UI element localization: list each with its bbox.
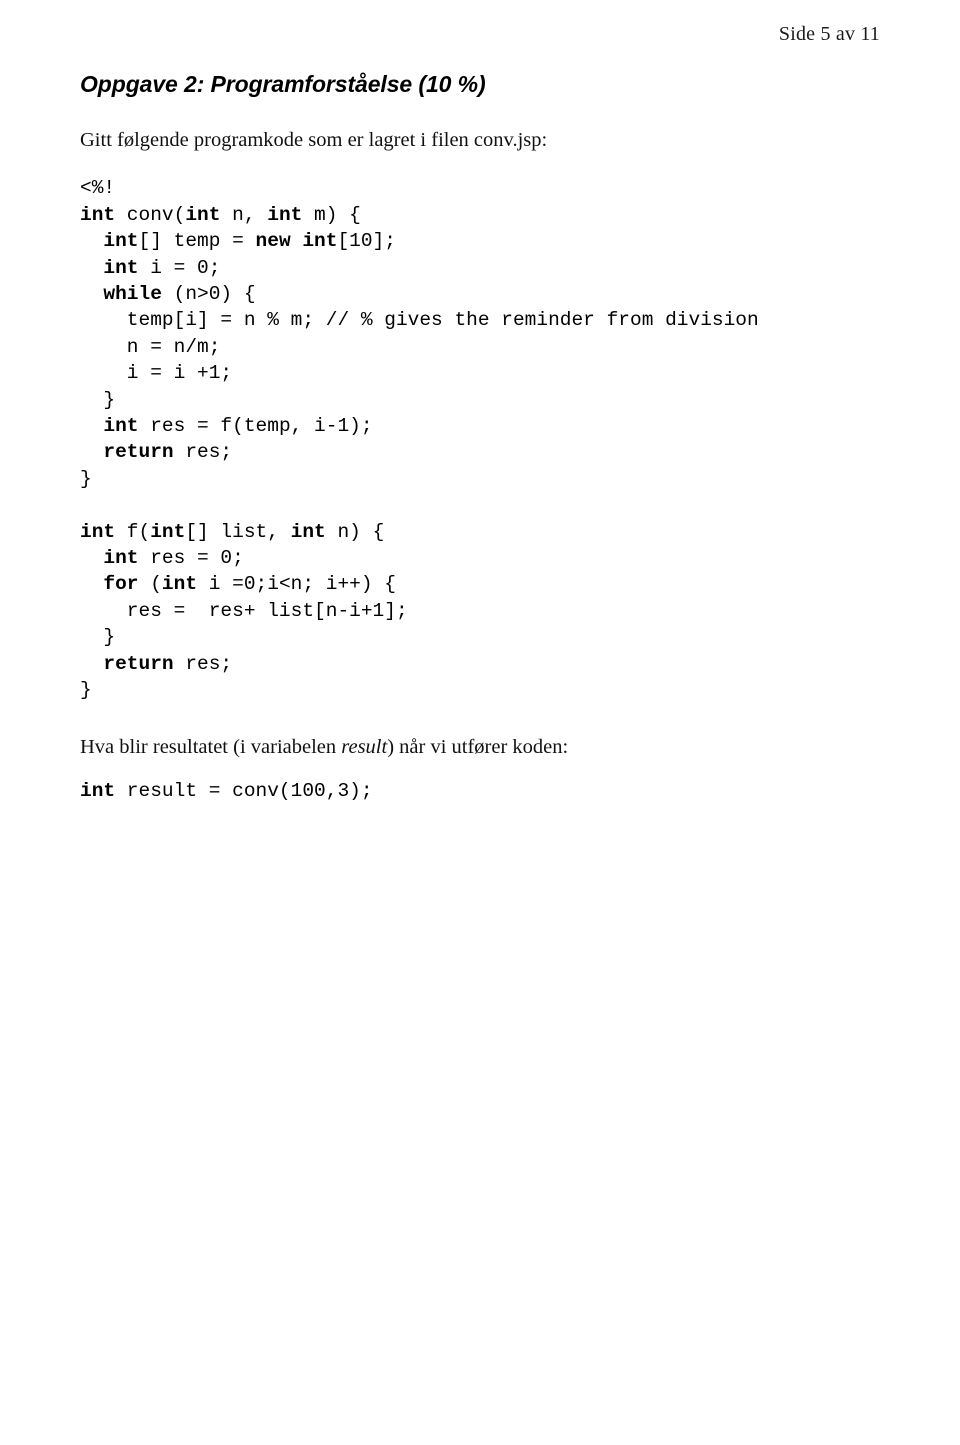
code-text: i = i +1; — [80, 362, 233, 385]
code-text: m) { — [302, 203, 361, 226]
page-number-header: Side 5 av 11 — [778, 23, 880, 45]
code-keyword: while — [103, 283, 162, 306]
code-line: int res = f(temp, i-1); — [80, 413, 900, 439]
code-keyword: int — [103, 256, 139, 279]
code-text: [] list, — [185, 520, 291, 543]
code-text: i = 0; — [138, 256, 221, 279]
code-line: int[] temp = new int[10]; — [80, 228, 900, 254]
page-title: Oppgave 2: Programforståelse (10 %) — [80, 71, 486, 97]
code-text: } — [80, 467, 92, 490]
code-keyword: int — [103, 415, 139, 438]
code-text: n = n/m; — [80, 335, 221, 358]
code-line: return res; — [80, 439, 900, 465]
code-line: int i = 0; — [80, 255, 900, 281]
code-text: res = res+ list[n-i+1]; — [80, 599, 408, 622]
code-line: int f(int[] list, int n) { — [80, 519, 900, 545]
code-keyword: int — [103, 230, 139, 253]
code-text: res = 0; — [138, 547, 244, 570]
code-line: while (n>0) { — [80, 281, 900, 307]
code-line: res = res+ list[n-i+1]; — [80, 598, 900, 624]
code-text: [] temp = — [138, 230, 256, 253]
code-listing-invocation: int result = conv(100,3); — [80, 778, 900, 804]
code-line: <%! — [80, 175, 900, 201]
document-content: Oppgave 2: Programforståelse (10 %) Gitt… — [80, 70, 900, 805]
code-line: temp[i] = n % m; // % gives the reminder… — [80, 307, 900, 333]
code-text: } — [80, 679, 92, 702]
code-line: int result = conv(100,3); — [80, 778, 900, 804]
code-text: temp[i] = n % m; // % gives the reminder… — [80, 309, 759, 332]
code-keyword: return — [103, 441, 174, 464]
question-variable-name: result — [341, 735, 388, 758]
code-text: <%! — [80, 177, 116, 200]
code-line: } — [80, 624, 900, 650]
code-keyword: int — [80, 203, 116, 226]
code-line: n = n/m; — [80, 334, 900, 360]
code-keyword: for — [103, 573, 139, 596]
code-keyword: int — [290, 520, 326, 543]
code-keyword: int — [150, 520, 186, 543]
code-line: int conv(int n, int m) { — [80, 202, 900, 228]
code-text: } — [80, 388, 116, 411]
code-text: n, — [220, 203, 268, 226]
code-listing-conv-jsp: <%! int conv(int n, int m) { int[] temp =… — [80, 175, 900, 703]
code-text: res; — [173, 652, 233, 675]
code-text: } — [80, 626, 116, 649]
question-text-after: ) når vi utfører koden: — [387, 735, 569, 758]
code-keyword: int — [80, 780, 116, 803]
code-text: i =0;i<n; i++) { — [197, 573, 396, 596]
intro-paragraph: Gitt følgende programkode som er lagret … — [80, 128, 548, 151]
code-keyword: int — [185, 203, 221, 226]
code-text: ( — [138, 573, 162, 596]
code-text: [10]; — [337, 230, 396, 253]
code-line: int res = 0; — [80, 545, 900, 571]
code-keyword: int — [80, 520, 116, 543]
code-text: result = conv(100,3); — [115, 780, 373, 803]
question-paragraph: Hva blir resultatet (i variabelen result… — [80, 734, 900, 761]
code-keyword: return — [103, 652, 174, 675]
code-text: n) { — [325, 520, 385, 543]
question-text-before: Hva blir resultatet (i variabelen — [80, 735, 342, 758]
code-line: } — [80, 466, 900, 492]
code-keyword: int — [267, 203, 303, 226]
code-line: return res; — [80, 651, 900, 677]
code-line: i = i +1; — [80, 360, 900, 386]
code-keyword: int — [161, 573, 198, 596]
document-page: Side 5 av 11 Oppgave 2: Programforståels… — [0, 0, 960, 1445]
code-text: f( — [115, 520, 151, 543]
code-text: conv( — [115, 203, 186, 226]
code-line: } — [80, 387, 900, 413]
code-text: res; — [173, 441, 233, 464]
code-keyword: int — [103, 547, 139, 570]
code-line: for (int i =0;i<n; i++) { — [80, 571, 900, 597]
code-text: (n>0) { — [161, 283, 256, 306]
code-text: res = f(temp, i-1); — [138, 415, 373, 438]
code-keyword: new int — [255, 230, 338, 253]
code-line: } — [80, 677, 900, 703]
